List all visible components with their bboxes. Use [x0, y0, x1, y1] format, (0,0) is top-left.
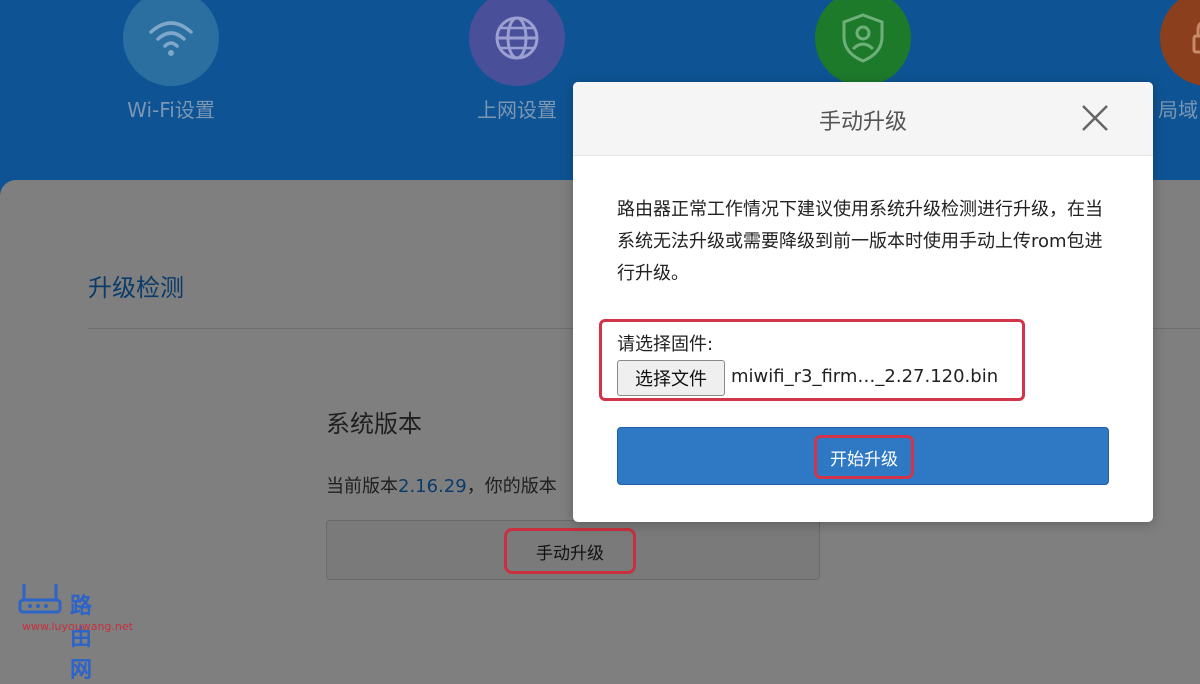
dialog-title: 手动升级 [818, 110, 907, 135]
current-version-text: 当前版本2.16.29，你的版本 [326, 472, 557, 498]
firmware-label: 请选择固件: [617, 334, 714, 355]
current-version-prefix: 当前版本 [326, 476, 398, 497]
current-version-number: 2.16.29 [398, 476, 467, 497]
watermark-url: www.luyouwang.net [22, 620, 133, 633]
dialog-description: 路由器正常工作情况下建议使用系统升级检测进行升级，在当系统无法升级或需要降级到前… [617, 199, 1103, 284]
router-icon [18, 584, 62, 614]
selected-file-name: miwifi_r3_firm…_2.27.120.bin [731, 366, 999, 387]
nav-label-wifi: Wi-Fi设置 [127, 98, 215, 122]
nav-item-security[interactable] [783, 0, 943, 86]
choose-file-button[interactable]: 选择文件 [617, 360, 725, 396]
manual-upgrade-dialog: 手动升级 路由器正常工作情况下建议使用系统升级检测进行升级，在当系统无法升级或需… [573, 82, 1153, 522]
dialog-header: 手动升级 [573, 82, 1153, 156]
start-upgrade-label[interactable]: 开始升级 [814, 435, 914, 479]
watermark-logo: 路由网 www.luyouwang.net [18, 582, 133, 683]
nav-item-wifi[interactable]: Wi-Fi设置 [91, 0, 251, 123]
watermark-text: 路由网 [70, 594, 94, 683]
globe-icon [469, 0, 565, 86]
wifi-icon [123, 0, 219, 86]
manual-upgrade-button[interactable]: 手动升级 [504, 528, 636, 574]
current-version-suffix: ，你的版本 [466, 476, 557, 497]
system-version-title: 系统版本 [326, 410, 422, 438]
close-icon[interactable] [1079, 102, 1111, 134]
shield-user-icon [815, 0, 911, 86]
section-title: 升级检测 [88, 274, 184, 302]
lock-icon [1160, 0, 1200, 86]
